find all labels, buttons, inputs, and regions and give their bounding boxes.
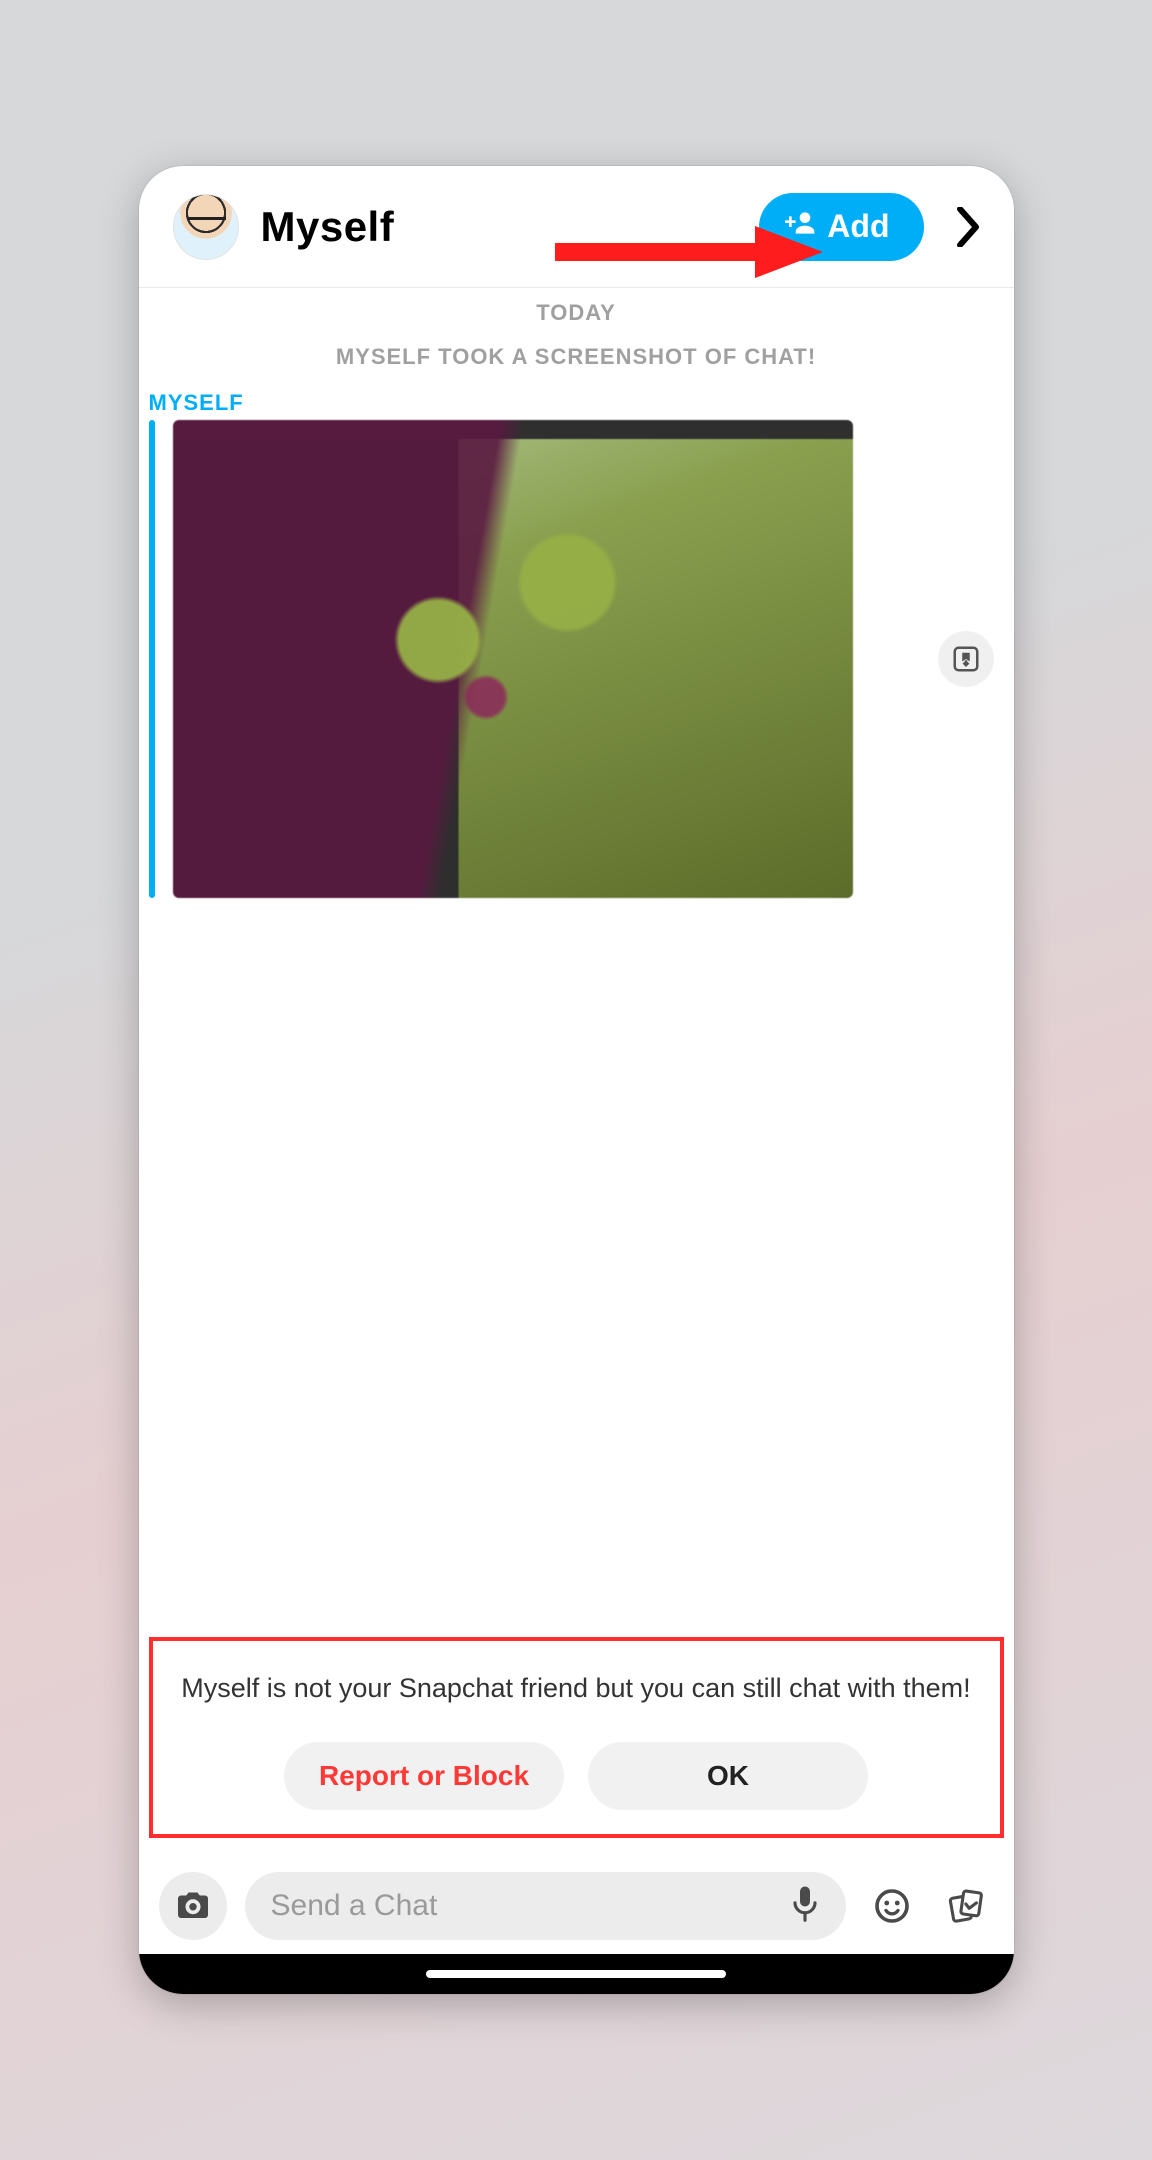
add-friend-icon — [785, 207, 817, 247]
sender-label: MYSELF — [149, 390, 1014, 416]
save-to-chat-button[interactable] — [938, 631, 994, 687]
screenshot-notice: MYSELF TOOK A SCREENSHOT OF CHAT! — [139, 344, 1014, 370]
message-image[interactable] — [173, 420, 853, 898]
memories-button[interactable] — [938, 1878, 994, 1934]
chat-header: Myself Add — [139, 166, 1014, 288]
ok-button[interactable]: OK — [588, 1742, 868, 1810]
add-friend-button[interactable]: Add — [759, 193, 923, 261]
message-accent-bar — [149, 420, 155, 898]
not-friend-notice: Myself is not your Snapchat friend but y… — [149, 1637, 1004, 1838]
chat-title: Myself — [261, 203, 738, 251]
message-row — [139, 420, 1014, 898]
camera-button[interactable] — [159, 1872, 227, 1940]
chevron-right-icon[interactable] — [946, 205, 990, 249]
chat-input-bar — [139, 1858, 1014, 1954]
save-bookmark-icon — [951, 644, 981, 674]
microphone-icon — [790, 1885, 820, 1923]
microphone-button[interactable] — [790, 1885, 820, 1928]
memories-icon — [948, 1888, 984, 1924]
home-indicator — [139, 1954, 1014, 1994]
chat-input-field-wrap[interactable] — [245, 1872, 846, 1940]
date-separator: TODAY — [139, 300, 1014, 326]
avatar[interactable] — [173, 194, 239, 260]
camera-icon — [175, 1888, 211, 1924]
add-friend-label: Add — [827, 208, 889, 245]
not-friend-text: Myself is not your Snapchat friend but y… — [167, 1673, 986, 1704]
chat-input-field[interactable] — [271, 1889, 790, 1923]
sticker-button[interactable] — [864, 1878, 920, 1934]
smiley-icon — [874, 1888, 910, 1924]
report-or-block-button[interactable]: Report or Block — [284, 1742, 564, 1810]
chat-screen: Myself Add TODAY MYSELF TOOK A SCREENSHO… — [139, 166, 1014, 1994]
